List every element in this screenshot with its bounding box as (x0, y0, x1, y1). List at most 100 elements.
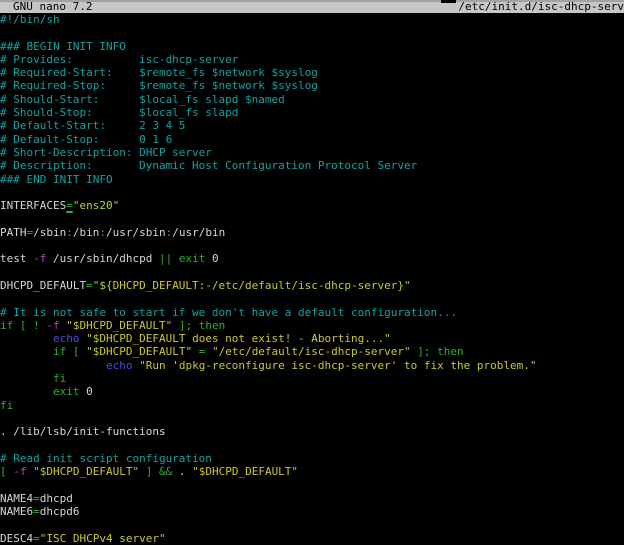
code-line (0, 239, 624, 252)
code-line: NAME4=dhcpd (0, 492, 624, 505)
code-line: PATH=/sbin:/bin:/usr/sbin:/usr/bin (0, 226, 624, 239)
code-segment (192, 319, 199, 332)
code-segment (152, 465, 159, 478)
code-segment: -f (13, 465, 26, 478)
code-segment: # Short-Description: DHCP server (0, 146, 212, 159)
code-line: . /lib/lsb/init-functions (0, 425, 624, 438)
code-line: # Required-Stop: $remote_fs $network $sy… (0, 79, 624, 92)
terminal-screen[interactable]: GNU nano 7.2 /etc/init.d/isc-dhcp-serv #… (0, 0, 624, 539)
code-segment (0, 359, 106, 372)
code-line (0, 26, 624, 39)
code-segment: "$DHCPD_DEFAULT does not exist! - Aborti… (86, 332, 391, 345)
code-line (0, 478, 624, 491)
code-line: # Should-Stop: $local_fs slapd (0, 106, 624, 119)
code-segment: # Default-Stop: 0 1 6 (0, 133, 172, 146)
code-segment: then (199, 319, 226, 332)
code-line (0, 412, 624, 425)
code-segment (0, 345, 53, 358)
code-segment: ! (33, 319, 40, 332)
code-line (0, 292, 624, 305)
code-segment: # Provides: isc-dhcp-server (0, 53, 238, 66)
code-segment (66, 345, 73, 358)
code-line: # Required-Start: $remote_fs $network $s… (0, 66, 624, 79)
code-segment: INTERFACES (0, 199, 66, 212)
code-line: echo "Run 'dpkg-reconfigure isc-dhcp-ser… (0, 359, 624, 372)
code-segment (172, 252, 179, 265)
code-segment: dhcpd (40, 492, 73, 505)
code-segment: if (0, 319, 13, 332)
code-line: [ -f "$DHCPD_DEFAULT" ] && . "$DHCPD_DEF… (0, 465, 624, 478)
code-segment: # It is not safe to start if we don't ha… (0, 306, 457, 319)
window-top-edge (0, 0, 624, 2)
code-segment: echo (53, 332, 80, 345)
code-segment: "ISC DHCPv4 server" (40, 532, 166, 545)
code-segment: 0 (79, 385, 92, 398)
code-segment: "Run 'dpkg-reconfigure isc-dhcp-server' … (139, 359, 536, 372)
code-segment (0, 372, 53, 385)
code-segment: # Description: Dynamic Host Configuratio… (0, 159, 417, 172)
code-line: # Should-Start: $local_fs slapd $named (0, 93, 624, 106)
code-segment (205, 345, 212, 358)
code-segment: fi (53, 372, 66, 385)
code-segment: ### BEGIN INIT INFO (0, 40, 126, 53)
code-segment: #!/bin/sh (0, 13, 60, 26)
code-line: # It is not safe to start if we don't ha… (0, 306, 624, 319)
code-segment: dhcpd6 (40, 505, 80, 518)
window-top-notch (441, 0, 456, 3)
code-segment: = (33, 532, 40, 545)
code-segment (139, 465, 146, 478)
code-segment: ### END INIT INFO (0, 173, 113, 186)
code-segment: -f (33, 252, 46, 265)
code-lines: #!/bin/sh ### BEGIN INIT INFO# Provides: … (0, 13, 624, 545)
code-segment: ; (424, 345, 431, 358)
code-segment: : (99, 226, 106, 239)
code-segment: [ (0, 465, 7, 478)
code-line: echo "$DHCPD_DEFAULT does not exist! - A… (0, 332, 624, 345)
code-line: # Description: Dynamic Host Configuratio… (0, 159, 624, 172)
code-segment: /sbin (33, 226, 66, 239)
code-line: # Default-Stop: 0 1 6 (0, 133, 624, 146)
code-segment (172, 319, 179, 332)
code-segment: : (66, 226, 73, 239)
code-segment: # Should-Start: $local_fs slapd $named (0, 93, 285, 106)
code-segment: if (53, 345, 66, 358)
code-segment: NAME6 (0, 505, 33, 518)
code-line (0, 439, 624, 452)
code-segment: # Required-Start: $remote_fs $network $s… (0, 66, 318, 79)
code-segment: DESC4 (0, 532, 33, 545)
code-line: # Short-Description: DHCP server (0, 146, 624, 159)
code-segment: = (86, 279, 93, 292)
code-segment: exit (179, 252, 206, 265)
code-line: # Default-Start: 2 3 4 5 (0, 119, 624, 132)
nano-titlebar: GNU nano 7.2 /etc/init.d/isc-dhcp-serv (0, 0, 624, 13)
code-segment: "${DHCPD_DEFAULT:-/etc/default/isc-dhcp-… (93, 279, 411, 292)
code-line: NAME6=dhcpd6 (0, 505, 624, 518)
code-line: DHCPD_DEFAULT="${DHCPD_DEFAULT:-/etc/def… (0, 279, 624, 292)
code-segment (0, 385, 53, 398)
code-segment: /bin (73, 226, 100, 239)
code-segment: "/etc/default/isc-dhcp-server" (212, 345, 411, 358)
code-line (0, 518, 624, 531)
code-segment: "$DHCPD_DEFAULT" (86, 345, 192, 358)
code-segment: "$DHCPD_DEFAULT" (192, 465, 298, 478)
code-segment: NAME4 (0, 492, 33, 505)
code-segment: then (437, 345, 464, 358)
code-segment: "$DHCPD_DEFAULT" (33, 465, 139, 478)
code-segment: fi (0, 399, 13, 412)
code-line: exit 0 (0, 385, 624, 398)
code-line: fi (0, 399, 624, 412)
code-segment: "ens20" (73, 199, 119, 212)
code-line: INTERFACES="ens20" (0, 199, 624, 212)
code-segment: /usr/bin (172, 226, 225, 239)
code-segment: # Default-Start: 2 3 4 5 (0, 119, 185, 132)
code-line: DESC4="ISC DHCPv4 server" (0, 532, 624, 545)
code-segment: "$DHCPD_DEFAULT" (66, 319, 172, 332)
code-line: # Read init script configuration (0, 452, 624, 465)
code-segment: echo (106, 359, 133, 372)
code-line (0, 212, 624, 225)
code-segment: ] (417, 345, 424, 358)
code-line: #!/bin/sh (0, 13, 624, 26)
code-line: if [ ! -f "$DHCPD_DEFAULT" ]; then (0, 319, 624, 332)
text-cursor: = (66, 199, 73, 212)
code-line: if [ "$DHCPD_DEFAULT" = "/etc/default/is… (0, 345, 624, 358)
